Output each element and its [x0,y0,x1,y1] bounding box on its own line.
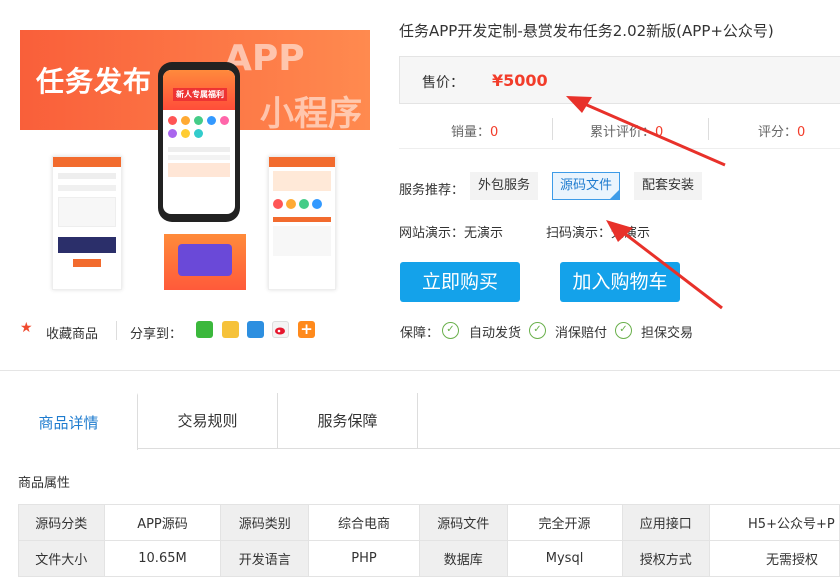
arrow-price-line [579,100,726,167]
table-key: 源码类别 [220,504,309,541]
product-page: 任务发布 APP 小程序 新人专属福利 ★ 收藏商品 分享到： + 任务APP开… [0,0,840,588]
attributes-heading: 商品属性 [18,476,71,491]
table-value: 完全开源 [506,504,623,541]
table-value: H5+公众号+P [709,504,840,541]
table-key: 应用接口 [621,504,711,541]
table-value: Mysql [506,540,623,577]
arrow-cart-line [619,228,723,310]
table-key: 数据库 [419,540,508,577]
table-key: 文件大小 [18,540,105,577]
tab-trade-rules[interactable]: 交易规则 [138,393,278,449]
table-row: 源码分类 APP源码 源码类别 综合电商 源码文件 完全开源 应用接口 H5+公… [18,504,840,541]
annotation-arrows [566,96,726,310]
tab-service-guarantee[interactable]: 服务保障 [278,393,418,449]
divider [0,370,840,371]
table-value: 10.65M [103,540,222,577]
attributes-table: 源码分类 APP源码 源码类别 综合电商 源码文件 完全开源 应用接口 H5+公… [18,504,840,577]
table-key: 源码文件 [419,504,508,541]
table-value: 无需授权 [709,540,840,577]
table-value: 综合电商 [307,504,421,541]
tab-product-details[interactable]: 商品详情 [0,393,138,450]
table-row: 文件大小 10.65M 开发语言 PHP 数据库 Mysql 授权方式 无需授权 [18,540,840,577]
table-key: 源码分类 [18,504,105,541]
table-value: APP源码 [103,504,222,541]
table-value: PHP [307,540,421,577]
table-key: 授权方式 [621,540,711,577]
table-key: 开发语言 [220,540,309,577]
